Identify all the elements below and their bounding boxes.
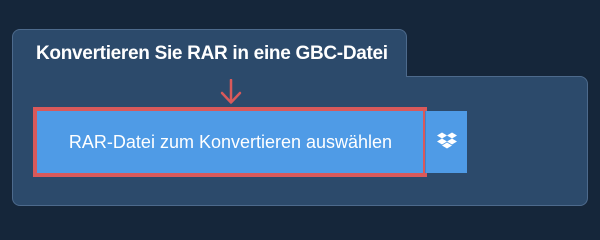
arrow-down-icon	[220, 79, 242, 104]
dropbox-button[interactable]	[425, 111, 467, 173]
tab-title: Konvertieren Sie RAR in eine GBC-Datei	[36, 43, 388, 64]
tab-panel-joint	[13, 70, 406, 84]
dropbox-icon	[437, 132, 457, 149]
select-rar-file-button[interactable]: RAR-Datei zum Konvertieren auswählen	[37, 111, 424, 173]
converter-widget: Konvertieren Sie RAR in eine GBC-Datei R…	[0, 0, 600, 230]
